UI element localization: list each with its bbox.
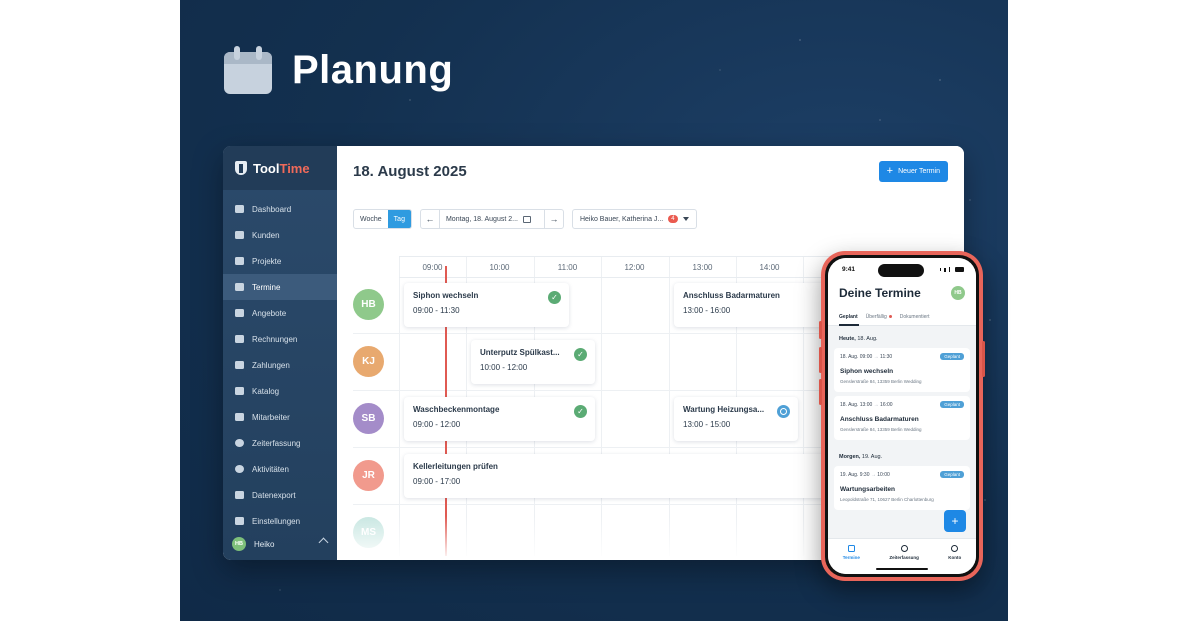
sidebar-item-projekte[interactable]: Projekte	[223, 248, 337, 274]
tab-dokumentiert[interactable]: Dokumentiert	[900, 314, 930, 320]
phone-appointment-card[interactable]: 18. Aug. 09:00 → 11:30 Siphon wechseln G…	[834, 348, 970, 392]
check-icon: ✓	[574, 348, 587, 361]
sidebar-item-kunden[interactable]: Kunden	[223, 222, 337, 248]
view-week-button[interactable]: Woche	[354, 210, 388, 228]
sidebar-item-termine[interactable]: Termine	[223, 274, 337, 300]
user-menu[interactable]: HB Heiko	[223, 528, 337, 560]
phone-appointment-card[interactable]: 18. Aug. 13:00 → 16:00 Anschluss Badarma…	[834, 396, 970, 440]
contact-card-icon	[235, 231, 244, 239]
day-schedule-grid: 09:00 10:00 11:00 12:00 13:00 14:00 HB K…	[353, 256, 854, 556]
hour-label: 09:00	[422, 263, 443, 272]
calendar-icon	[224, 46, 272, 94]
check-icon: ✓	[548, 291, 561, 304]
appointment-card[interactable]: Siphon wechseln 09:00 - 11:30 ✓	[404, 283, 569, 327]
bar-chart-icon	[235, 205, 244, 213]
date-picker[interactable]: Montag, 18. August 2...	[438, 210, 545, 228]
briefcase-icon	[235, 309, 244, 317]
hero-title: Planung	[292, 47, 454, 92]
chevron-up-icon	[318, 537, 329, 548]
day-section-header: Heute, 18. Aug.	[839, 336, 878, 342]
document-icon	[235, 335, 244, 343]
sidebar-nav: Dashboard Kunden Projekte Termine Angebo…	[223, 190, 337, 534]
hour-label: 13:00	[692, 263, 713, 272]
hour-header: 09:00 10:00 11:00 12:00 13:00 14:00	[399, 256, 853, 278]
appointment-card[interactable]: Waschbeckenmontage 09:00 - 12:00 ✓	[404, 397, 595, 441]
date-navigator: ← Montag, 18. August 2... →	[419, 209, 564, 229]
employee-filter-select[interactable]: Heiko Bauer, Katherina J... 4	[571, 209, 697, 229]
tooltime-logo-icon	[235, 161, 247, 175]
book-icon	[235, 387, 244, 395]
download-icon	[235, 491, 244, 499]
phone-screen: 9:41 Deine Termine HB Geplant Überfällig…	[828, 258, 976, 574]
sidebar-item-katalog[interactable]: Katalog	[223, 378, 337, 404]
avatar[interactable]: HB	[951, 286, 965, 300]
brand-logo[interactable]: ToolTime	[223, 146, 337, 190]
phone-mockup: 9:41 Deine Termine HB Geplant Überfällig…	[819, 251, 985, 581]
avatar: KJ	[353, 346, 384, 377]
hour-label: 12:00	[624, 263, 645, 272]
view-toggle: Woche Tag	[353, 209, 412, 229]
chevron-down-icon	[682, 217, 689, 221]
sidebar: ToolTime Dashboard Kunden Projekte Termi…	[223, 146, 337, 560]
tab-geplant[interactable]: Geplant	[839, 314, 859, 326]
sidebar-item-rechnungen[interactable]: Rechnungen	[223, 326, 337, 352]
bottom-nav-konto[interactable]: Konto	[948, 545, 961, 574]
hour-label: 11:00	[557, 263, 578, 272]
signal-wifi-battery-icon	[939, 267, 964, 272]
sidebar-item-aktivitaeten[interactable]: Aktivitäten	[223, 456, 337, 482]
status-badge: Geplant	[940, 353, 964, 360]
alert-dot-icon	[888, 314, 892, 318]
avatar: HB	[353, 289, 384, 320]
avatar: HB	[232, 537, 246, 551]
day-section-header: Morgen, 19. Aug.	[839, 454, 883, 460]
prev-day-button[interactable]: ←	[421, 210, 439, 228]
sliders-icon	[235, 517, 244, 525]
calendar-toolbar: Woche Tag ← Montag, 18. August 2... → He…	[353, 209, 697, 229]
sidebar-item-dashboard[interactable]: Dashboard	[223, 196, 337, 222]
wallet-icon	[235, 361, 244, 369]
clock-icon	[235, 439, 244, 447]
hero-heading: Planung	[224, 46, 453, 94]
history-icon	[235, 465, 244, 473]
people-icon	[235, 413, 244, 421]
status-bar: 9:41	[828, 258, 976, 280]
appointment-card[interactable]: Wartung Heizungsa... 13:00 - 15:00	[674, 397, 798, 441]
tab-ueberfaellig[interactable]: Überfällig	[866, 314, 892, 320]
next-day-button[interactable]: →	[545, 210, 563, 228]
calendar-icon	[847, 545, 855, 552]
sidebar-item-angebote[interactable]: Angebote	[223, 300, 337, 326]
stopwatch-icon	[900, 545, 908, 552]
clock-icon	[777, 405, 790, 418]
hour-label: 10:00	[489, 263, 510, 272]
phone-appointment-card[interactable]: 19. Aug. 9:30 → 10:00 Wartungsarbeiten L…	[834, 466, 970, 510]
page-title: 18. August 2025	[353, 163, 467, 180]
check-icon: ✓	[574, 405, 587, 418]
plus-icon: +	[886, 165, 894, 177]
avatar: SB	[353, 403, 384, 434]
calendar-icon	[235, 283, 244, 291]
sidebar-item-zeiterfassung[interactable]: Zeiterfassung	[223, 430, 337, 456]
user-name: Heiko	[254, 539, 275, 549]
phone-tabs: Geplant Überfällig Dokumentiert	[828, 308, 976, 326]
page-title: Deine Termine	[839, 286, 921, 300]
folder-icon	[235, 257, 244, 265]
sidebar-item-zahlungen[interactable]: Zahlungen	[223, 352, 337, 378]
add-appointment-button[interactable]: +	[944, 510, 966, 532]
person-icon	[951, 545, 959, 552]
new-appointment-button[interactable]: + Neuer Termin	[878, 161, 948, 182]
avatar: JR	[353, 460, 384, 491]
status-badge: Geplant	[940, 471, 964, 478]
appointment-card[interactable]: Kellerleitungen prüfen 09:00 - 17:00	[404, 454, 854, 498]
calendar-icon	[522, 215, 531, 223]
view-day-button[interactable]: Tag	[387, 210, 411, 228]
hour-label: 14:00	[759, 263, 780, 272]
sidebar-item-mitarbeiter[interactable]: Mitarbeiter	[223, 404, 337, 430]
sidebar-item-datenexport[interactable]: Datenexport	[223, 482, 337, 508]
phone-header: Deine Termine HB	[828, 280, 976, 308]
filter-count-badge: 4	[668, 215, 678, 223]
appointment-card[interactable]: Unterputz Spülkast... 10:00 - 12:00 ✓	[471, 340, 595, 384]
brand-name: ToolTime	[253, 160, 310, 176]
status-badge: Geplant	[940, 401, 964, 408]
bottom-nav-termine[interactable]: Termine	[843, 545, 860, 574]
